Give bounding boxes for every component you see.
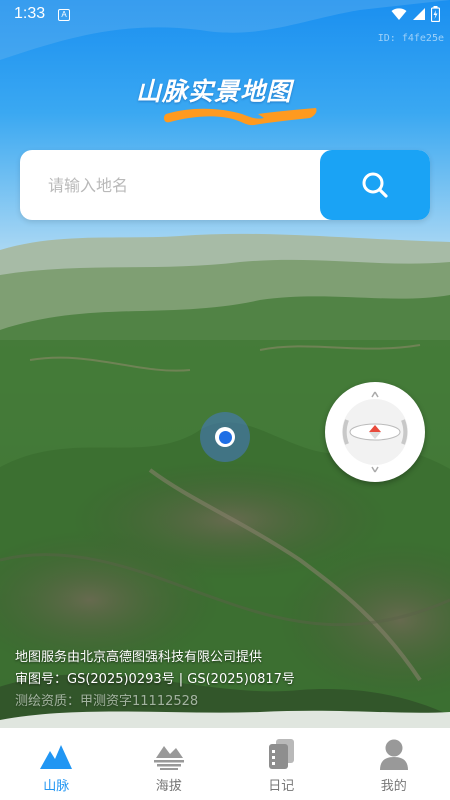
tab-profile[interactable]: 我的 [338, 728, 450, 800]
cellular-signal-icon [413, 8, 425, 20]
notebook-icon [269, 739, 295, 769]
compass-control[interactable] [325, 382, 425, 482]
tab-mountain[interactable]: 山脉 [0, 728, 113, 800]
tab-label: 山脉 [43, 779, 70, 794]
attribution-qualification: 测绘资质：甲测资字11112528 [15, 694, 199, 709]
compass-icon [330, 387, 420, 477]
wifi-icon [391, 8, 407, 20]
user-icon [379, 739, 408, 770]
bottom-tab-bar: 山脉 海拔 日记 我的 [0, 728, 450, 800]
status-bar: 1:33 A [0, 0, 450, 30]
status-time: 1:33 [14, 5, 46, 22]
tab-label: 日记 [268, 779, 295, 794]
tab-label: 我的 [380, 779, 407, 794]
search-bar [20, 150, 430, 220]
attribution-approval-numbers: 审图号：GS(2025)0293号 | GS(2025)0817号 [15, 672, 295, 687]
search-input[interactable] [20, 150, 320, 220]
map-attribution: 地图服务由北京高德图强科技有限公司提供 审图号：GS(2025)0293号 | … [15, 647, 295, 713]
tab-label: 海拔 [155, 779, 182, 794]
search-button[interactable] [320, 150, 430, 220]
altitude-icon [153, 746, 184, 770]
tab-diary[interactable]: 日记 [225, 728, 338, 800]
tab-altitude[interactable]: 海拔 [113, 728, 226, 800]
sim-indicator-icon: A [58, 9, 70, 21]
attribution-provider: 地图服务由北京高德图强科技有限公司提供 [15, 650, 263, 665]
app-logo: 山脉实景地图 [132, 68, 322, 130]
mountain-icon [40, 745, 73, 769]
search-icon [362, 172, 388, 198]
device-id-label: ID: f4fe25e [377, 33, 444, 44]
app-title: 山脉实景地图 [136, 77, 293, 106]
location-dot-icon[interactable] [200, 412, 250, 462]
battery-icon [431, 6, 440, 22]
